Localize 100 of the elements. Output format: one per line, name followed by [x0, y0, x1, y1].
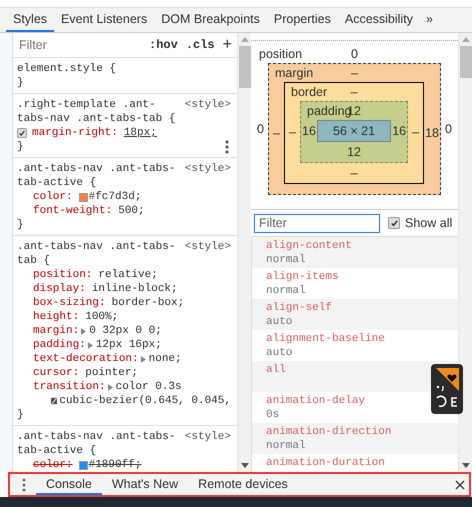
property-name: position:	[33, 268, 92, 282]
more-icon[interactable]	[225, 140, 229, 154]
property-value: border-box;	[112, 296, 184, 310]
box-label: margin	[274, 66, 314, 80]
property-value: 0 32px 0 0;	[89, 324, 162, 338]
drawer-tab[interactable]: Console	[36, 474, 102, 495]
scrollbar[interactable]	[237, 33, 251, 472]
property-value: #fc7d3d;	[88, 190, 142, 204]
property-value: none;	[148, 352, 182, 366]
closing-brace: }	[17, 76, 24, 90]
content-box: 56 × 21	[316, 120, 392, 142]
color-swatch[interactable]	[78, 192, 88, 202]
property-value: 500;	[118, 204, 145, 218]
property-value: 12px 16px;	[96, 338, 162, 352]
close-icon[interactable]	[455, 480, 465, 490]
scroll-up-icon[interactable]	[462, 37, 470, 42]
rule-selector: .right-template .ant-tabs-nav .ant-tabs-tab {	[17, 98, 176, 126]
property-value: 100%;	[85, 310, 118, 324]
property-name: margin-right:	[32, 126, 118, 140]
box-label: position	[258, 47, 302, 61]
expand-icon[interactable]	[108, 384, 113, 390]
property-name: margin:	[33, 324, 80, 338]
rule-selector: element.style {	[17, 62, 118, 76]
panel-tab[interactable]: Styles	[6, 8, 54, 32]
box-value: 18	[424, 126, 440, 140]
drawer-tab[interactable]: Remote devices	[188, 474, 298, 495]
box-value: –	[411, 125, 420, 139]
property-value: 18px;	[124, 126, 157, 140]
expand-icon[interactable]	[88, 342, 93, 348]
scroll-down-icon[interactable]	[240, 463, 248, 468]
property-value: normal	[266, 439, 307, 453]
scroll-up-icon[interactable]	[240, 37, 248, 42]
closing-brace: }	[17, 140, 24, 154]
scrollbar[interactable]	[458, 33, 472, 472]
panel-tab[interactable]: Event Listeners	[54, 8, 154, 32]
scroll-down-icon[interactable]	[462, 463, 470, 468]
property-name: align-items	[266, 270, 340, 284]
source-link[interactable]: <style>	[184, 430, 231, 458]
property-name: text-decoration:	[33, 352, 139, 366]
box-value: 0	[444, 122, 453, 136]
property-name: animation-duration	[266, 456, 386, 470]
box-label: border	[290, 85, 328, 99]
expand-icon[interactable]	[81, 328, 86, 334]
property-value: auto	[266, 315, 294, 329]
property-name: align-self	[266, 301, 334, 315]
property-checkbox[interactable]	[17, 128, 27, 138]
box-value: 16	[391, 124, 408, 138]
rule-selector: .ant-tabs-nav .ant-tabs-tab-active {	[17, 162, 176, 190]
property-value: 0s	[266, 408, 280, 422]
property-value: normal	[266, 253, 307, 267]
box-value: –	[288, 125, 297, 139]
property-name: all	[266, 363, 287, 377]
box-value: –	[350, 166, 358, 180]
color-swatch[interactable]	[78, 460, 88, 470]
box-value: –	[350, 85, 358, 99]
property-name: animation-delay	[266, 394, 366, 408]
expand-icon[interactable]	[140, 356, 146, 362]
new-rule-button[interactable]: +	[220, 36, 234, 54]
drawer-tab[interactable]: What's New	[102, 474, 188, 495]
hover-state-button[interactable]: :hov	[147, 38, 180, 52]
source-link[interactable]: <style>	[184, 98, 231, 126]
box-value: –	[272, 126, 281, 140]
source-link[interactable]: <style>	[184, 162, 231, 190]
property-name: cursor:	[33, 366, 80, 380]
property-value: color 0.3s	[116, 380, 182, 394]
panel-tab[interactable]: DOM Breakpoints	[154, 8, 267, 32]
property-value: relative;	[98, 268, 158, 282]
box-value: –	[351, 66, 358, 80]
show-all-label: Show all	[405, 216, 452, 230]
app-widget-icon[interactable]	[431, 364, 463, 414]
closing-brace: }	[17, 218, 24, 232]
rule-selector: .ant-tabs-nav .ant-tabs-tab-active {	[17, 430, 176, 458]
property-value: cubic-bezier(0.645, 0.045,	[59, 394, 231, 408]
property-name: align-content	[266, 239, 353, 253]
drawer-menu-icon[interactable]	[22, 478, 26, 492]
property-name: display:	[33, 282, 86, 296]
scroll-thumb[interactable]	[460, 46, 472, 78]
property-value: pointer;	[85, 366, 138, 380]
box-value: 0	[351, 47, 358, 61]
property-value: auto	[266, 346, 294, 360]
box-value: 0	[256, 122, 265, 136]
source-link[interactable]: <style>	[184, 240, 231, 268]
property-name: animation-direction	[266, 425, 392, 439]
panel-tab[interactable]: Properties	[266, 8, 338, 32]
property-value: normal	[266, 284, 307, 298]
property-name: height:	[33, 310, 80, 324]
filter-field[interactable]: Filter	[254, 214, 380, 232]
property-name: alignment-baseline	[266, 332, 386, 346]
property-name: box-sizing:	[33, 296, 106, 310]
show-all-checkbox[interactable]	[388, 217, 400, 229]
property-name: font-weight:	[33, 204, 112, 218]
box-value: 12	[347, 145, 361, 159]
property-name: padding:	[33, 338, 86, 352]
more-tabs-button[interactable]: »	[420, 8, 439, 32]
panel-tab[interactable]: Accessibility	[338, 8, 420, 32]
property-value: #1890ff;	[88, 458, 142, 472]
class-button[interactable]: .cls	[184, 38, 217, 52]
bezier-editor-icon[interactable]	[51, 396, 58, 406]
property-value: inline-block;	[92, 282, 178, 296]
scroll-thumb[interactable]	[238, 46, 250, 88]
